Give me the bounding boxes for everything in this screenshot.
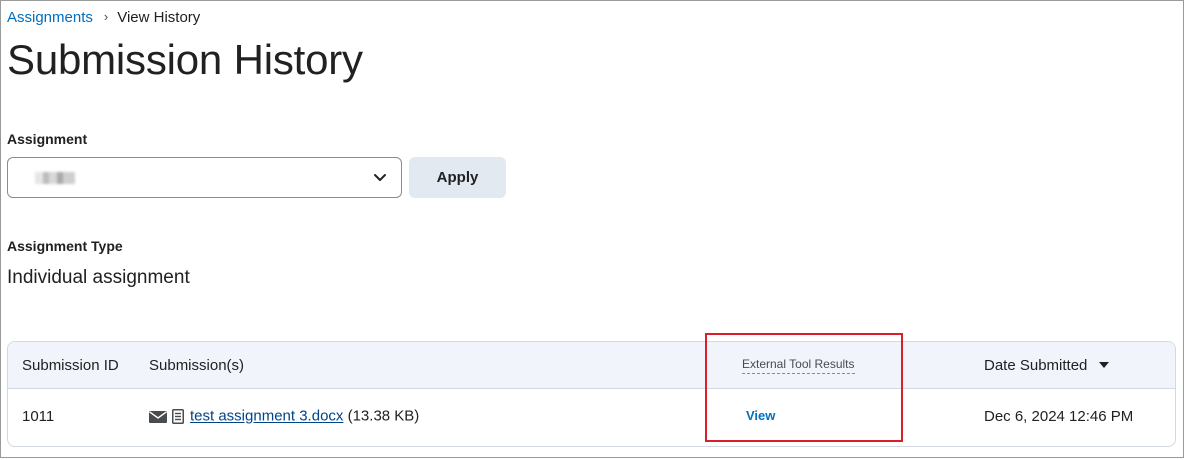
breadcrumb: Assignments › View History xyxy=(7,9,200,26)
submission-id-cell: 1011 xyxy=(22,408,55,425)
assignment-type-value: Individual assignment xyxy=(7,267,190,288)
date-submitted-cell: Dec 6, 2024 12:46 PM xyxy=(984,408,1134,425)
envelope-icon xyxy=(149,410,167,423)
column-header-external-tool-results: External Tool Results xyxy=(742,355,855,374)
date-submitted-label[interactable]: Date Submitted xyxy=(984,357,1087,374)
column-header-submission-id: Submission ID xyxy=(22,357,119,374)
submission-file-size: (13.38 KB) xyxy=(347,407,420,425)
chevron-right-icon: › xyxy=(103,9,109,24)
column-header-submissions: Submission(s) xyxy=(149,357,245,374)
submission-file-link[interactable]: test assignment 3.docx xyxy=(190,408,343,425)
sort-descending-icon[interactable] xyxy=(1099,362,1110,368)
breadcrumb-current: View History xyxy=(117,9,201,26)
assignment-select[interactable] xyxy=(7,157,402,198)
chevron-down-icon xyxy=(374,174,386,181)
assignment-select-value xyxy=(35,172,75,184)
submission-files-cell: test assignment 3.docx (13.38 KB) xyxy=(149,407,419,425)
view-external-tool-results-link[interactable]: View xyxy=(746,408,775,423)
assignment-type-label: Assignment Type xyxy=(7,238,123,254)
submission-history-table: Submission ID Submission(s) External Too… xyxy=(7,341,1176,447)
column-header-date-submitted[interactable]: Date Submitted xyxy=(984,357,1110,374)
document-icon xyxy=(172,409,184,424)
page-title: Submission History xyxy=(7,36,363,83)
external-tool-results-label[interactable]: External Tool Results xyxy=(742,357,855,374)
external-tool-results-cell: View xyxy=(746,407,775,424)
breadcrumb-assignments-link[interactable]: Assignments xyxy=(7,9,93,26)
apply-button[interactable]: Apply xyxy=(409,157,506,198)
assignment-label: Assignment xyxy=(7,131,88,147)
